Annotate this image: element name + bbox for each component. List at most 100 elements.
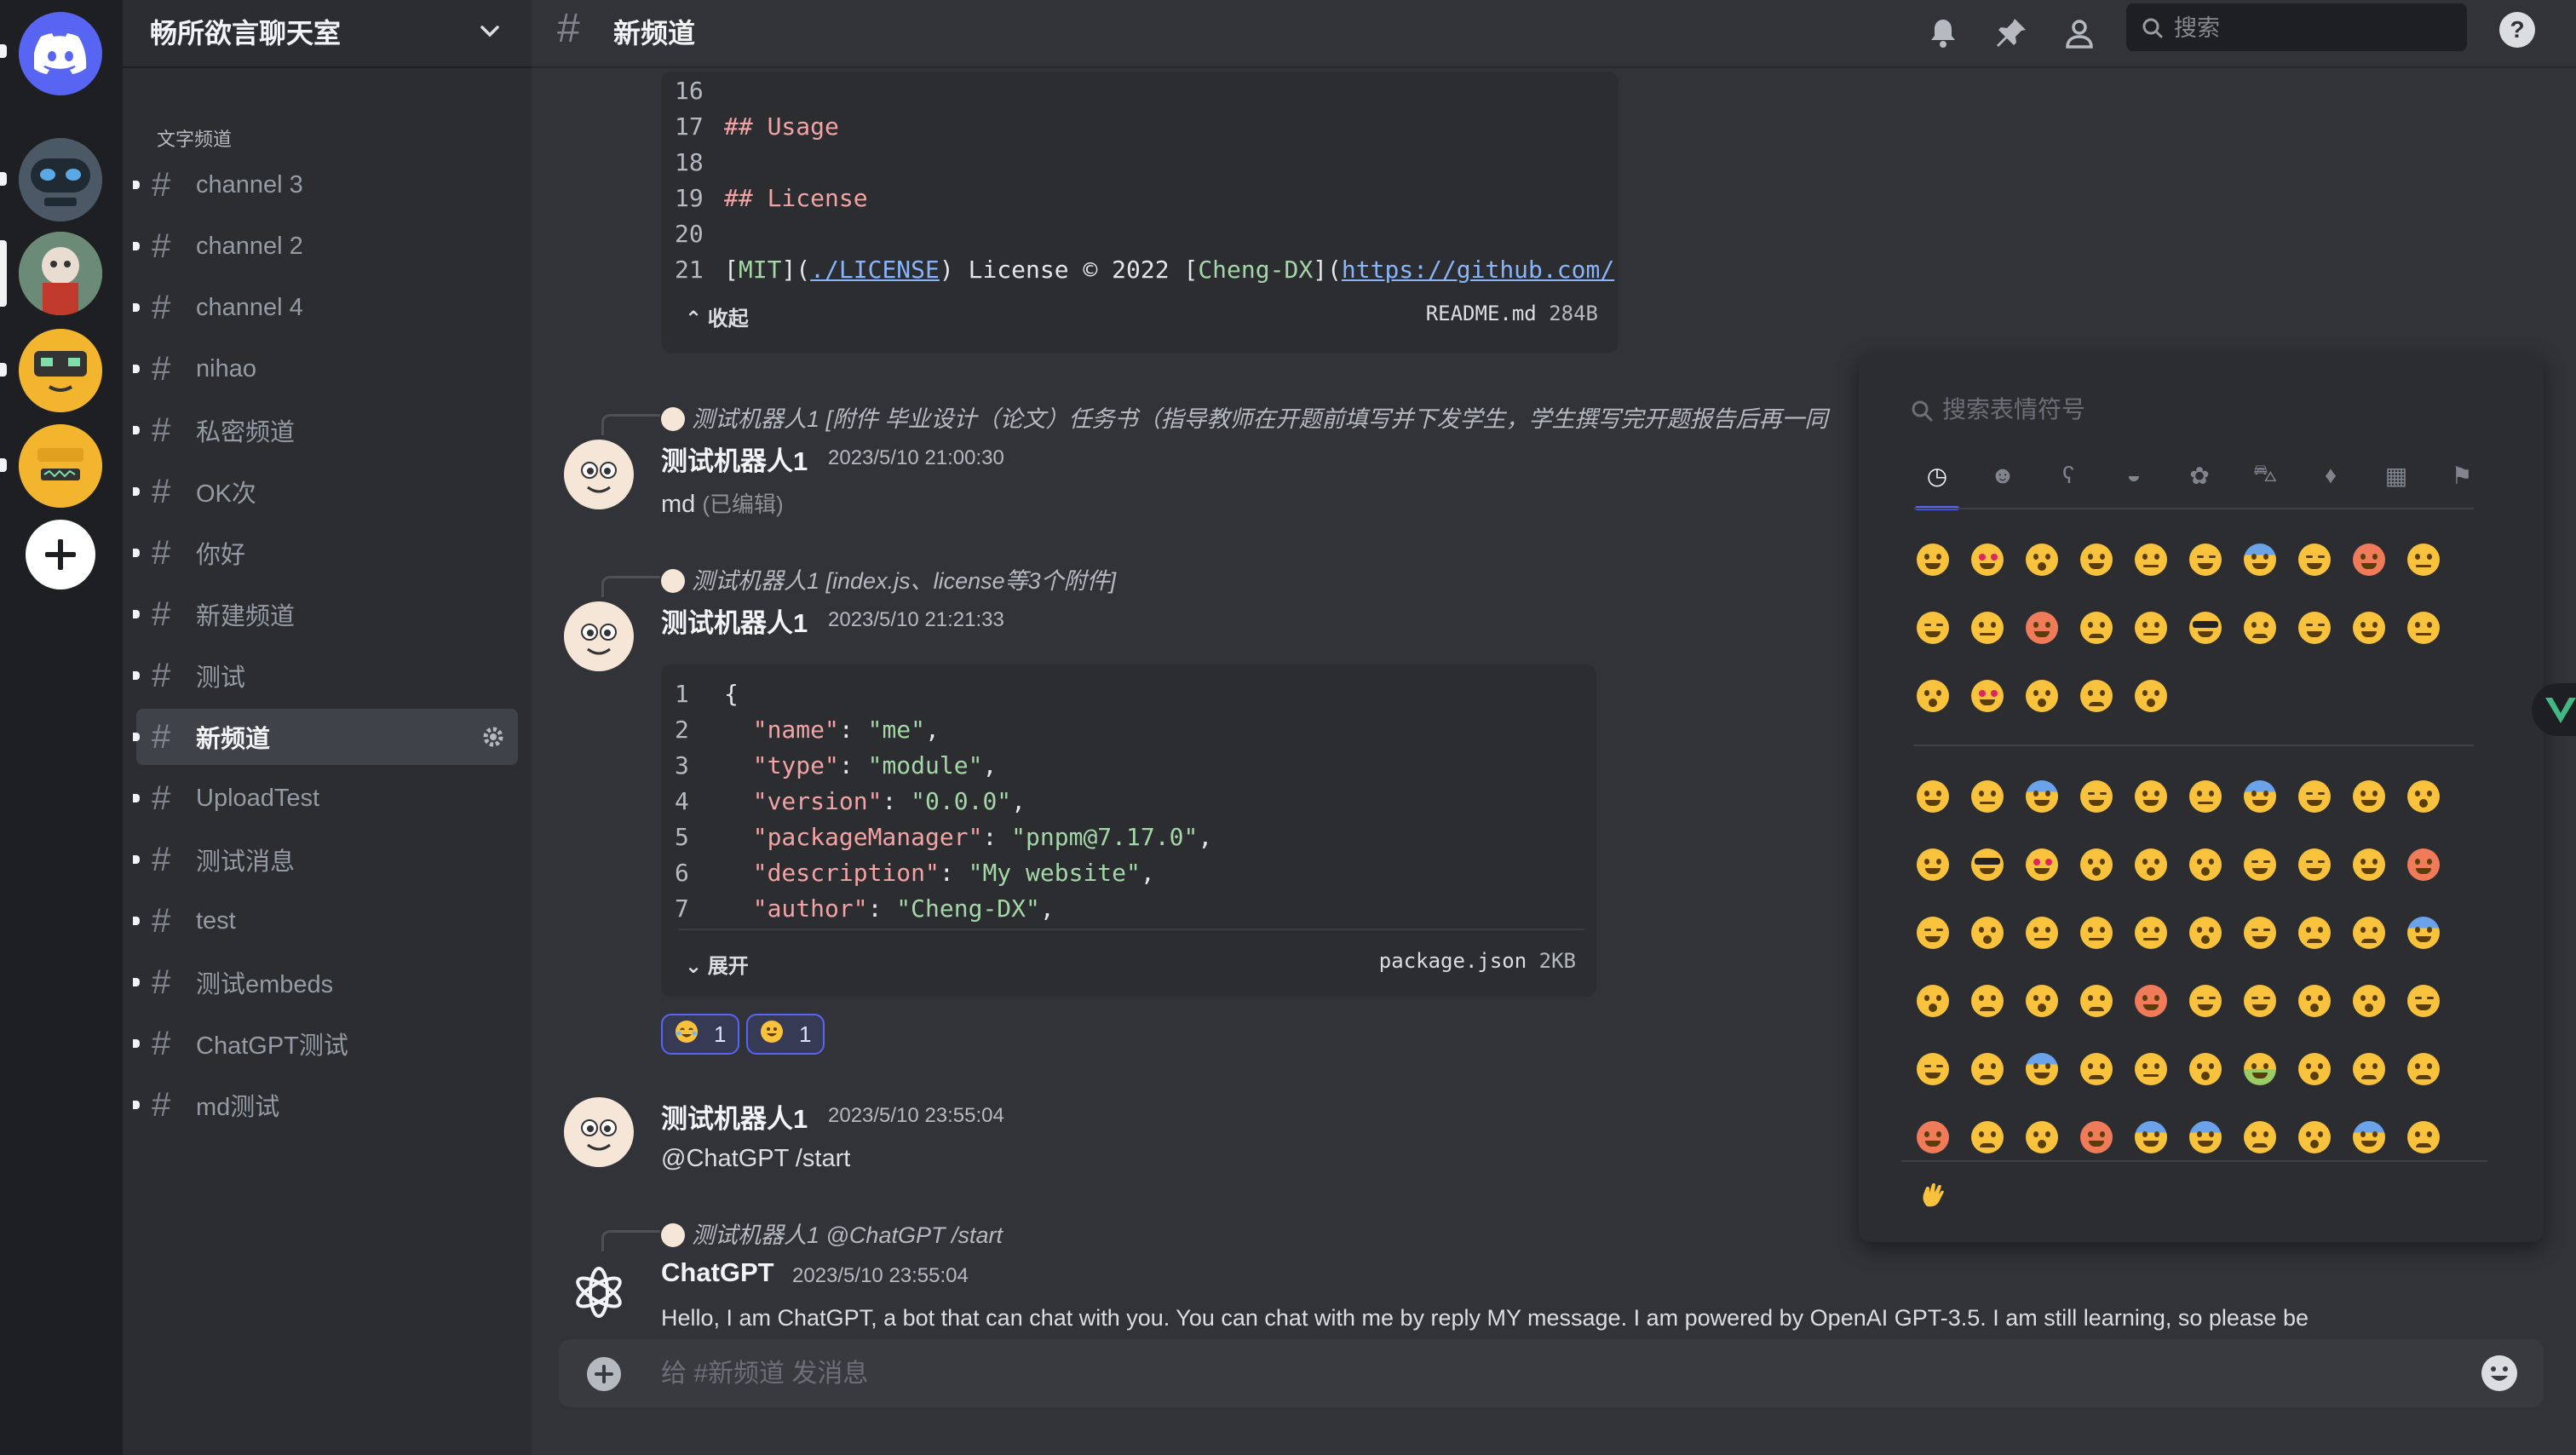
bell-icon[interactable] [1922,12,1964,55]
emoji-icon[interactable] [2404,1050,2443,1089]
emoji-icon[interactable] [1968,676,2007,716]
emoji-search-input[interactable] [1941,395,2421,424]
emoji-icon[interactable] [2295,1050,2334,1089]
emoji-icon[interactable] [2186,540,2225,579]
avatar[interactable] [564,601,634,671]
emoji-icon[interactable] [2295,981,2334,1021]
channel-item[interactable]: # 私密频道 [133,402,518,458]
emoji-icon[interactable] [2077,1050,2116,1089]
category-header[interactable]: 文字频道 [157,124,232,152]
message-author[interactable]: 测试机器人1 [661,601,808,640]
clock-icon[interactable]: ◷ [1920,458,1954,492]
pin-icon[interactable] [1990,12,2033,55]
emoji-icon[interactable] [1968,540,2007,579]
emoji-icon[interactable] [2295,540,2334,579]
discord-logo-icon[interactable] [19,12,102,95]
emoji-icon[interactable] [2131,676,2171,716]
emoji-icon[interactable] [2349,777,2389,816]
emoji-icon[interactable] [2349,913,2389,952]
collapse-toggle[interactable]: ⌃ 收起 [685,302,749,331]
emoji-icon[interactable] [2404,981,2443,1021]
emoji-icon[interactable] [2404,777,2443,816]
channel-item[interactable]: # channel 4 [133,279,518,336]
channel-item[interactable]: # 新频道 [133,709,518,765]
emoji-icon[interactable] [2077,1118,2116,1157]
symbols-icon[interactable]: ▦ [2379,458,2413,492]
emoji-icon[interactable] [2404,1118,2443,1157]
server-robot-yellow[interactable] [19,329,102,412]
emoji-icon[interactable] [2240,608,2280,647]
emoji-icon[interactable] [2022,777,2061,816]
emoji-icon[interactable] [2022,981,2061,1021]
emoji-icon[interactable] [2295,1118,2334,1157]
server-header[interactable]: 畅所欲言聊天室 [123,0,532,68]
reply-preview[interactable]: 测试机器人1 @ChatGPT /start [661,1216,1003,1250]
emoji-icon[interactable] [1913,981,1952,1021]
emoji-icon[interactable] [1968,608,2007,647]
channel-item[interactable]: # 新建频道 [133,586,518,642]
emoji-icon[interactable] [1913,540,1952,579]
emoji-icon[interactable] [2022,608,2061,647]
emoji-icon[interactable] [1913,845,1952,884]
reaction-joy[interactable]: 1 [661,1014,739,1055]
emoji-icon[interactable] [2295,913,2334,952]
emoji-icon[interactable] [2349,1050,2389,1089]
emoji-icon[interactable] [2240,981,2280,1021]
help-icon[interactable]: ? [2496,9,2539,51]
chatgpt-logo-icon[interactable] [564,1257,634,1327]
emoji-icon[interactable] [2131,1050,2171,1089]
channel-item[interactable]: # 测试embeds [133,954,518,1010]
emoji-icon[interactable] [2404,845,2443,884]
car-icon[interactable]: ⛍ [2248,458,2282,492]
emoji-icon[interactable] [2349,1118,2389,1157]
gear-icon[interactable] [480,724,506,754]
emoji-icon[interactable] [2131,777,2171,816]
emoji-icon[interactable] [2131,845,2171,884]
reply-preview[interactable]: 测试机器人1 [index.js、license等3个附件] [661,562,1116,595]
waving-hand-icon[interactable] [1913,1176,1952,1215]
message-input[interactable] [659,1354,2281,1394]
expand-toggle[interactable]: ⌄ 展开 [685,949,749,979]
emoji-icon[interactable] [2077,676,2116,716]
emoji-icon[interactable] [2022,1118,2061,1157]
emoji-icon[interactable] [2240,777,2280,816]
flag-icon[interactable]: ⚑ [2445,458,2479,492]
emoji-icon[interactable] [2349,540,2389,579]
github-link[interactable]: https://github.com/ [1342,256,1614,284]
emoji-icon[interactable] [2404,913,2443,952]
smiley-icon[interactable]: ☻ [1986,458,2020,492]
message-author[interactable]: 测试机器人1 [661,440,808,478]
emoji-icon[interactable] [2186,608,2225,647]
emoji-icon[interactable] [1913,676,1952,716]
emoji-icon[interactable] [2077,777,2116,816]
emoji-icon[interactable] [1913,1050,1952,1089]
server-cat-avatar[interactable] [19,232,102,315]
emoji-icon[interactable] [1913,913,1952,952]
chevron-down-icon[interactable] [477,19,503,49]
emoji-icon[interactable] [1968,845,2007,884]
reply-preview[interactable]: 测试机器人1 [附件 毕业设计（论文）任务书（指导教师在开题前填写并下发学生，学… [661,400,1828,434]
channel-item[interactable]: # channel 3 [133,157,518,213]
emoji-icon[interactable] [2131,1118,2171,1157]
channel-item[interactable]: # 测试 [133,647,518,704]
search-input[interactable] [2172,10,2457,46]
channel-item[interactable]: # nihao [133,341,518,397]
message-author[interactable]: 测试机器人1 [661,1097,808,1136]
channel-item[interactable]: # md测试 [133,1077,518,1133]
emoji-icon[interactable] [2077,540,2116,579]
emoji-icon[interactable] [2131,540,2171,579]
emoji-icon[interactable] [2022,540,2061,579]
emoji-icon[interactable] [2022,1050,2061,1089]
emoji-icon[interactable] [2404,540,2443,579]
emoji-icon[interactable] [1968,1050,2007,1089]
emoji-icon[interactable] [2240,1050,2280,1089]
bear-icon[interactable]: ʕ [2051,458,2085,492]
avatar[interactable] [564,1097,634,1167]
emoji-icon[interactable] [2295,777,2334,816]
emoji-icon[interactable] [2186,981,2225,1021]
emoji-icon[interactable] [1968,1118,2007,1157]
license-link[interactable]: ./LICENSE [810,256,940,284]
server-robot-blue[interactable] [19,138,102,221]
member-list-icon[interactable] [2058,12,2101,55]
emoji-icon[interactable] [2186,1050,2225,1089]
